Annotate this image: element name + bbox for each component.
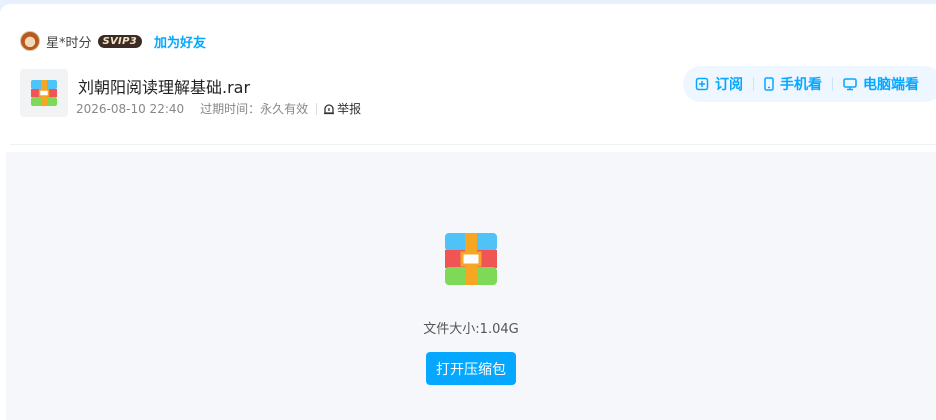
file-size: 文件大小:1.04G	[423, 322, 519, 337]
phone-view-label: 手机看	[780, 77, 822, 93]
share-card: 星*时分 SVIP3 加为好友 刘朝阳阅读理解基础.rar 2026-08-10…	[0, 4, 936, 420]
report-link[interactable]: 举报	[323, 100, 361, 117]
action-divider	[753, 77, 754, 91]
vip-badge: SVIP3	[97, 34, 142, 48]
sharer-info: 星*时分 SVIP3 加为好友	[20, 30, 206, 52]
meta-divider	[316, 102, 318, 115]
expire-time: 过期时间：永久有效	[200, 102, 309, 116]
action-divider	[832, 77, 833, 91]
pc-view-label: 电脑端看	[863, 77, 919, 93]
file-meta: 2026-08-10 22:40 过期时间：永久有效 举报	[76, 100, 361, 117]
report-icon	[324, 103, 335, 114]
pc-view-button[interactable]: 电脑端看	[843, 74, 919, 94]
subscribe-label: 订阅	[715, 77, 743, 93]
file-preview: 文件大小:1.04G 打开压缩包	[6, 152, 936, 420]
open-archive-button[interactable]: 打开压缩包	[426, 352, 516, 385]
header-divider	[10, 144, 936, 145]
action-bar: 订阅 手机看 电脑端看	[683, 66, 936, 102]
subscribe-button[interactable]: 订阅	[695, 74, 743, 94]
phone-icon	[764, 77, 774, 91]
file-thumbnail	[20, 69, 68, 117]
rar-archive-icon	[445, 233, 497, 285]
report-label: 举报	[337, 102, 362, 116]
subscribe-icon	[695, 77, 709, 91]
monitor-icon	[843, 78, 857, 91]
username[interactable]: 星*时分	[46, 32, 92, 51]
rar-archive-icon	[31, 80, 57, 106]
file-name: 刘朝阳阅读理解基础.rar	[78, 78, 251, 97]
phone-view-button[interactable]: 手机看	[764, 74, 822, 94]
share-date: 2026-08-10 22:40	[76, 101, 185, 116]
add-friend-link[interactable]: 加为好友	[154, 32, 206, 51]
avatar[interactable]	[20, 31, 40, 51]
